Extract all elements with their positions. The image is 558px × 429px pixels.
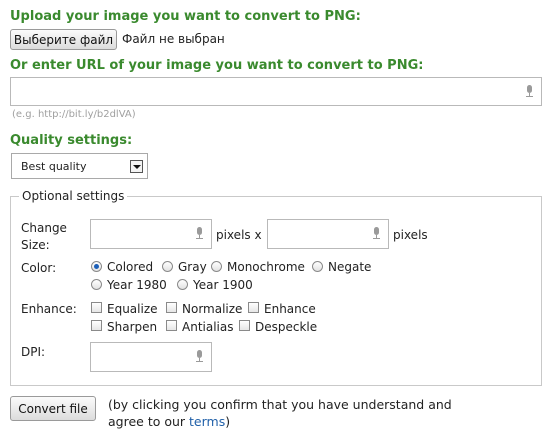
optional-settings-legend: Optional settings xyxy=(19,189,128,203)
color-negate-label[interactable]: Negate xyxy=(328,260,371,274)
pixels-x-label: pixels x xyxy=(216,228,262,242)
color-monochrome-label[interactable]: Monochrome xyxy=(227,260,305,274)
url-hint: (e.g. http://bit.ly/b2dlVA) xyxy=(12,109,136,120)
color-year1980-radio[interactable] xyxy=(91,279,102,290)
upload-heading: Upload your image you want to convert to… xyxy=(10,9,361,24)
quality-select[interactable]: Best quality xyxy=(11,153,148,179)
width-input[interactable] xyxy=(90,219,212,249)
color-gray-radio[interactable] xyxy=(162,261,173,272)
change-size-label-line2: Size: xyxy=(21,238,50,252)
color-negate-radio[interactable] xyxy=(312,261,323,272)
enhance-antialias-label[interactable]: Antialias xyxy=(182,320,233,334)
dpi-input[interactable] xyxy=(90,342,212,372)
enhance-equalize-label[interactable]: Equalize xyxy=(107,302,158,316)
color-colored-label[interactable]: Colored xyxy=(107,260,153,274)
url-input[interactable] xyxy=(10,77,542,106)
enhance-enhance-checkbox[interactable] xyxy=(248,302,259,313)
convert-note-suffix: ) xyxy=(225,414,231,429)
enhance-despeckle-checkbox[interactable] xyxy=(239,320,250,331)
microphone-icon[interactable] xyxy=(373,227,380,239)
enhance-equalize-checkbox[interactable] xyxy=(91,302,102,313)
convert-file-button[interactable]: Convert file xyxy=(10,396,96,421)
choose-file-button[interactable]: Выберите файл xyxy=(10,29,117,50)
terms-link[interactable]: terms xyxy=(189,414,225,429)
color-year1900-radio[interactable] xyxy=(177,279,188,290)
quality-heading: Quality settings: xyxy=(10,133,133,148)
enhance-normalize-checkbox[interactable] xyxy=(166,302,177,313)
dropdown-arrow-icon xyxy=(130,160,143,173)
color-colored-radio[interactable] xyxy=(91,261,102,272)
color-year1900-label[interactable]: Year 1900 xyxy=(193,278,253,292)
no-file-chosen-text: Файл не выбран xyxy=(122,32,225,46)
enhance-enhance-label[interactable]: Enhance xyxy=(264,302,316,316)
color-year1980-label[interactable]: Year 1980 xyxy=(107,278,167,292)
enhance-sharpen-checkbox[interactable] xyxy=(91,320,102,331)
microphone-icon[interactable] xyxy=(526,84,533,97)
convert-note-line2: agree to our terms) xyxy=(108,414,230,429)
enhance-label: Enhance: xyxy=(21,302,77,316)
dpi-label: DPI: xyxy=(21,345,46,359)
microphone-icon[interactable] xyxy=(196,350,203,362)
enhance-normalize-label[interactable]: Normalize xyxy=(182,302,242,316)
microphone-icon[interactable] xyxy=(196,227,203,239)
quality-selected-value: Best quality xyxy=(21,160,87,173)
color-monochrome-radio[interactable] xyxy=(211,261,222,272)
color-label: Color: xyxy=(21,261,57,275)
enhance-despeckle-label[interactable]: Despeckle xyxy=(255,320,317,334)
convert-note-line1: (by clicking you confirm that you have u… xyxy=(108,397,452,412)
enhance-sharpen-label[interactable]: Sharpen xyxy=(107,320,157,334)
change-size-label-line1: Change xyxy=(21,221,67,235)
height-input[interactable] xyxy=(267,219,389,249)
url-heading: Or enter URL of your image you want to c… xyxy=(10,58,424,73)
pixels-label: pixels xyxy=(393,228,428,242)
enhance-antialias-checkbox[interactable] xyxy=(166,320,177,331)
color-gray-label[interactable]: Gray xyxy=(178,260,207,274)
convert-note-prefix: agree to our xyxy=(108,414,190,429)
